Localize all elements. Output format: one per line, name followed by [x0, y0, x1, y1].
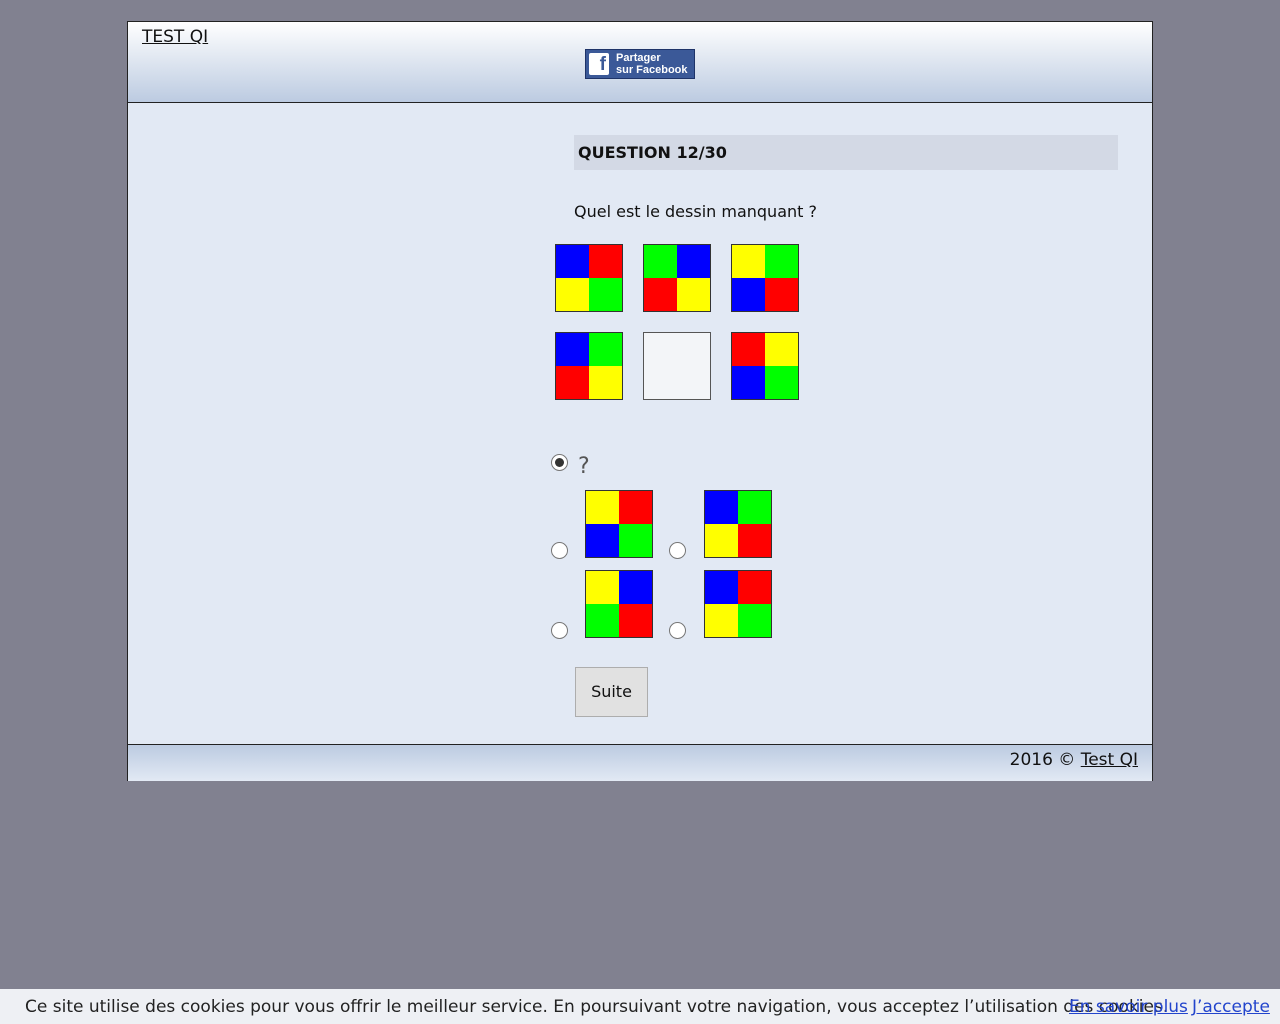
tile-cell — [705, 571, 738, 604]
tile-cell — [732, 366, 765, 399]
placeholder-radio[interactable] — [551, 454, 568, 471]
header: TEST QI f Partager sur Facebook — [128, 22, 1152, 103]
tile-cell — [556, 333, 589, 366]
tile-cell — [644, 278, 677, 311]
tile-cell — [705, 524, 738, 557]
tile-cell — [738, 491, 771, 524]
tile-cell — [765, 278, 798, 311]
tile-cell — [589, 333, 622, 366]
tile-cell — [586, 491, 619, 524]
tile-cell — [619, 524, 652, 557]
tile-cell — [677, 278, 710, 311]
answer-option-radio[interactable] — [551, 542, 568, 559]
copyright-text: 2016 © — [1009, 750, 1076, 770]
tile-cell — [705, 604, 738, 637]
tile-cell — [738, 524, 771, 557]
puzzle-tile — [731, 332, 799, 400]
tile-cell — [619, 604, 652, 637]
answer-option-radio[interactable] — [669, 622, 686, 639]
footer-site-link[interactable]: Test QI — [1081, 750, 1138, 770]
answer-option-tile[interactable] — [704, 490, 772, 558]
answer-option-tile[interactable] — [585, 490, 653, 558]
footer: 2016 © Test QI — [128, 744, 1152, 781]
tile-cell — [677, 245, 710, 278]
facebook-share-button[interactable]: f Partager sur Facebook — [585, 49, 695, 79]
tile-cell — [732, 333, 765, 366]
tile-cell — [765, 333, 798, 366]
site-title-link[interactable]: TEST QI — [142, 27, 208, 47]
tile-cell — [586, 524, 619, 557]
facebook-share-line1: Partager — [616, 52, 661, 64]
puzzle-tile — [731, 244, 799, 312]
next-button[interactable]: Suite — [575, 667, 648, 717]
tile-cell — [732, 278, 765, 311]
tile-cell — [732, 245, 765, 278]
tile-cell — [644, 245, 677, 278]
puzzle-tile — [555, 244, 623, 312]
question-number: QUESTION 12/30 — [578, 143, 727, 162]
tile-cell — [619, 491, 652, 524]
footer-text: 2016 © Test QI — [1010, 750, 1138, 770]
puzzle-tile — [555, 332, 623, 400]
missing-tile — [643, 332, 711, 400]
facebook-icon: f — [589, 53, 609, 75]
tile-cell — [765, 366, 798, 399]
tile-cell — [589, 366, 622, 399]
answer-option-tile[interactable] — [585, 570, 653, 638]
question-header: QUESTION 12/30 — [574, 135, 1118, 170]
cookie-accept-link[interactable]: J’accepte — [1192, 997, 1270, 1017]
facebook-share-line2: sur Facebook — [616, 64, 688, 76]
question-prompt: Quel est le dessin manquant ? — [574, 202, 817, 221]
tile-cell — [619, 571, 652, 604]
tile-cell — [556, 278, 589, 311]
tile-cell — [705, 491, 738, 524]
tile-cell — [556, 245, 589, 278]
tile-cell — [589, 278, 622, 311]
cookie-banner: Ce site utilise des cookies pour vous of… — [0, 989, 1280, 1024]
tile-cell — [738, 571, 771, 604]
tile-cell — [586, 571, 619, 604]
tile-cell — [586, 604, 619, 637]
cookie-message: Ce site utilise des cookies pour vous of… — [25, 997, 1169, 1017]
answer-option-tile[interactable] — [704, 570, 772, 638]
cookie-learn-more-link[interactable]: En savoir plus — [1069, 997, 1188, 1017]
tile-cell — [738, 604, 771, 637]
facebook-share-label: Partager sur Facebook — [616, 52, 688, 76]
placeholder-label: ? — [578, 454, 590, 479]
answer-option-radio[interactable] — [551, 622, 568, 639]
answer-option-radio[interactable] — [669, 542, 686, 559]
tile-cell — [589, 245, 622, 278]
tile-cell — [556, 366, 589, 399]
tile-cell — [765, 245, 798, 278]
page-container: TEST QI f Partager sur Facebook QUESTION… — [127, 21, 1153, 781]
puzzle-tile — [643, 244, 711, 312]
